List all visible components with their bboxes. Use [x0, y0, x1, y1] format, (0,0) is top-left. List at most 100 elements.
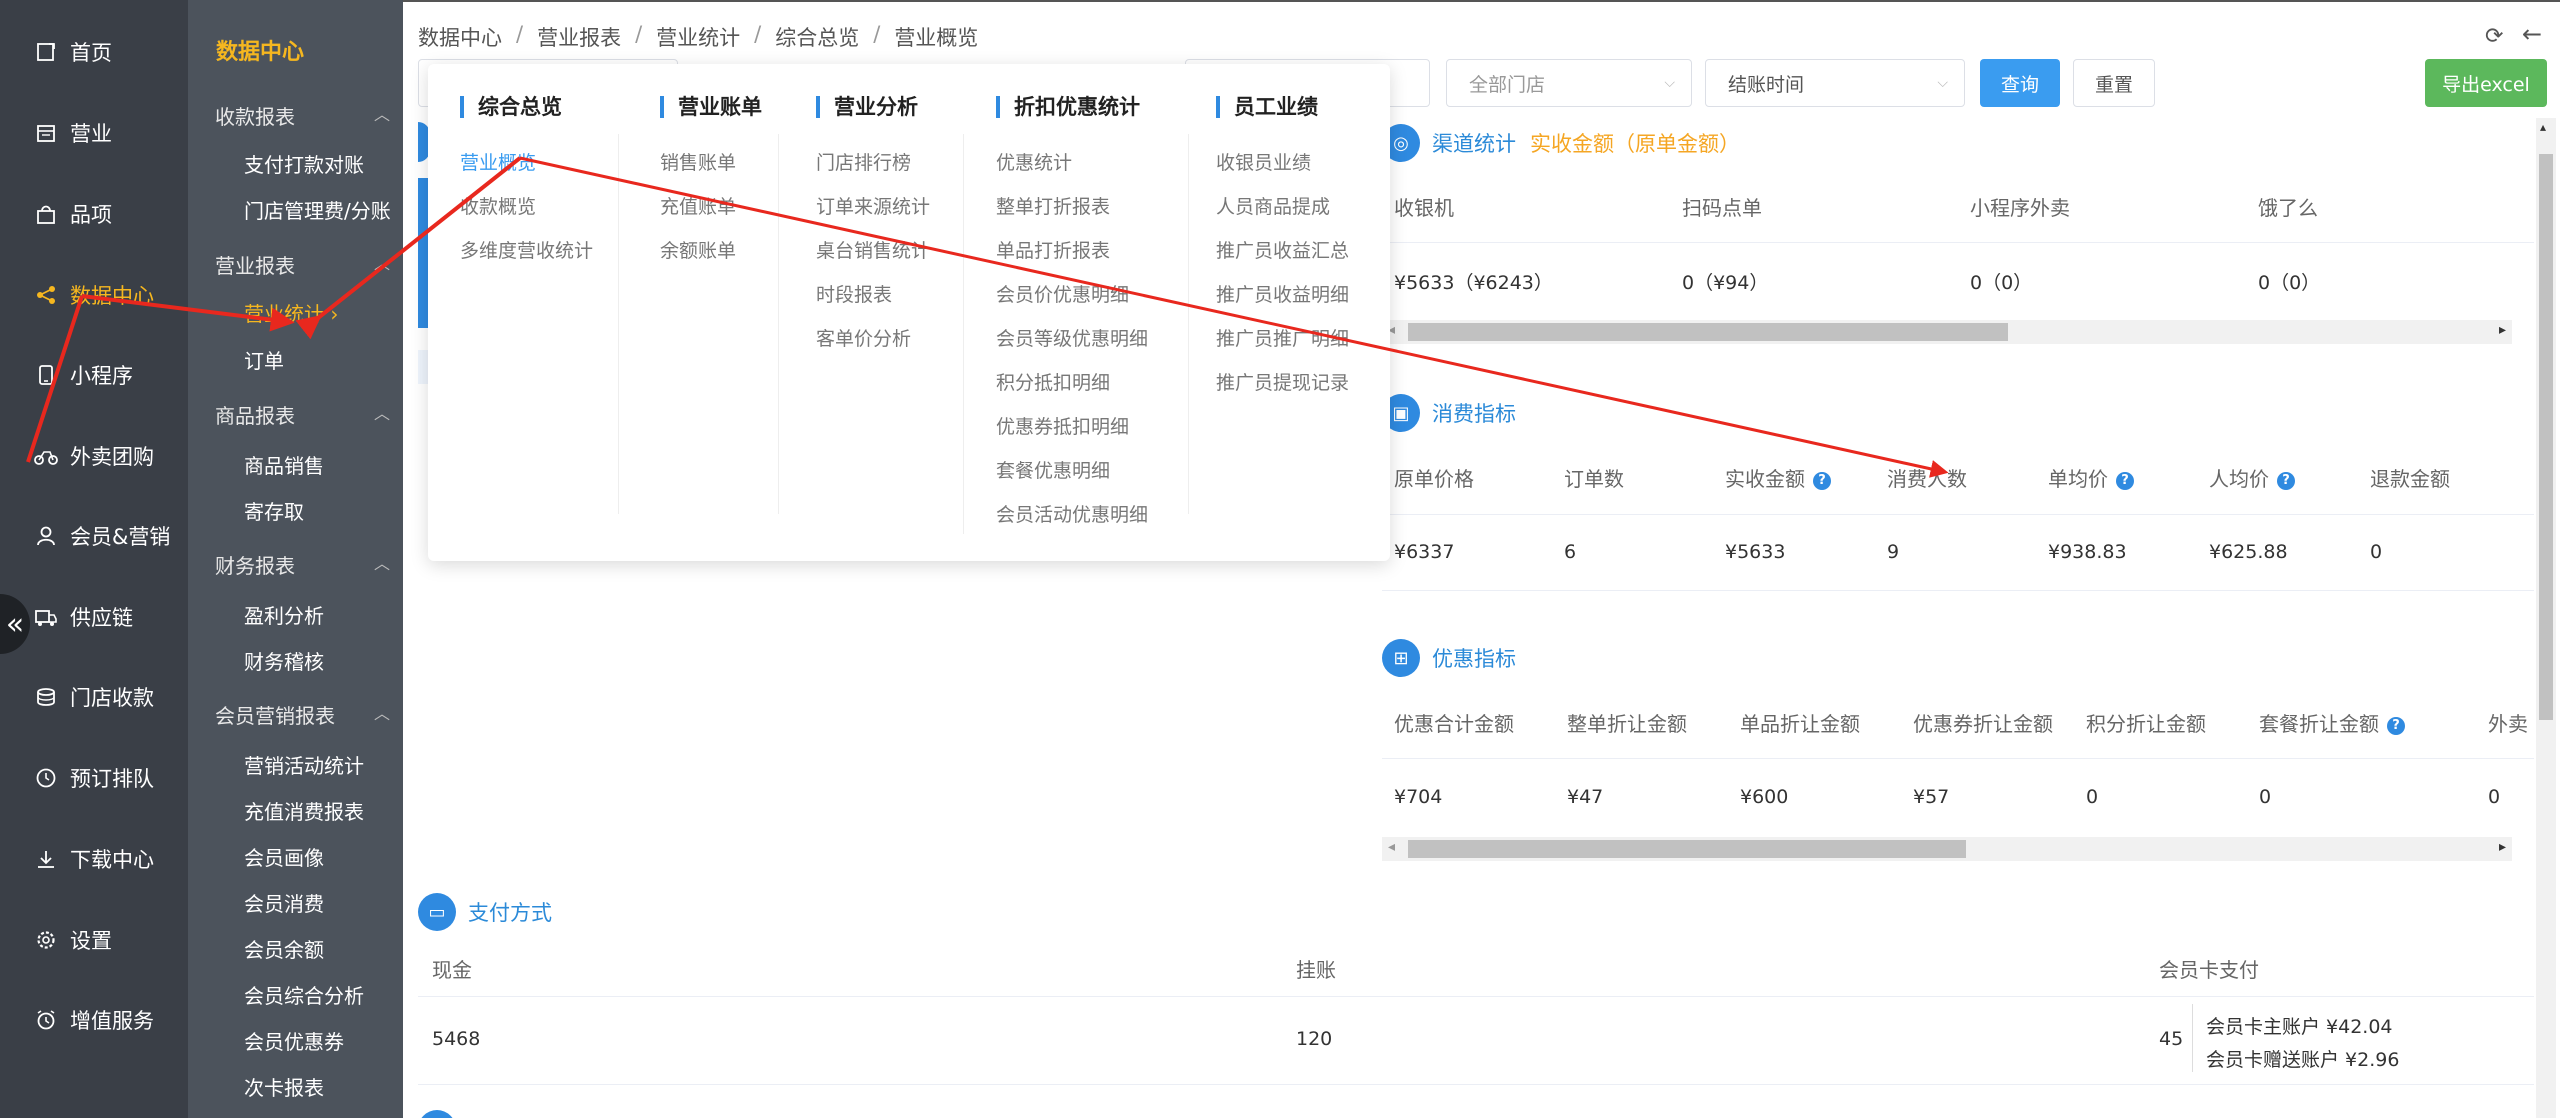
menu-item-active[interactable]: 营业概览: [460, 148, 536, 175]
menu-item[interactable]: 整单打折报表: [996, 192, 1110, 219]
help-icon[interactable]: ?: [2387, 717, 2405, 735]
scroll-left-icon[interactable]: ◂: [1388, 839, 1395, 855]
menu-item[interactable]: 订单来源统计: [816, 192, 930, 219]
nav-item-label: 数据中心: [70, 284, 154, 308]
breadcrumb-item[interactable]: 综合总览: [775, 22, 859, 52]
menu-item[interactable]: 推广员收益汇总: [1216, 236, 1349, 263]
menu-item[interactable]: 收银员业绩: [1216, 148, 1311, 175]
menu-item[interactable]: 时段报表: [816, 280, 892, 307]
nav-item-download[interactable]: 下载中心: [0, 829, 188, 889]
nav-item-business[interactable]: 营业: [0, 103, 188, 163]
nav2-group-label: 会员营销报表: [215, 704, 335, 728]
nav2-group-business[interactable]: 营业报表 ︿: [215, 250, 400, 279]
nav2-item[interactable]: 充值消费报表: [244, 796, 364, 825]
horizontal-scrollbar[interactable]: ◂ ▸: [1382, 320, 2512, 344]
top-divider: [403, 0, 2560, 10]
menu-column-title: 折扣优惠统计: [996, 96, 1140, 118]
nav2-item[interactable]: 营销活动统计: [244, 750, 364, 779]
section-title-text: 消费指标: [1432, 402, 1516, 426]
nav-item-member[interactable]: 会员&营销: [0, 506, 188, 566]
scroll-right-icon[interactable]: ▸: [2499, 322, 2506, 338]
scroll-right-icon[interactable]: ▸: [2499, 839, 2506, 855]
horizontal-scrollbar[interactable]: ◂ ▸: [1382, 837, 2512, 861]
help-icon[interactable]: ?: [2116, 472, 2134, 490]
time-type-select[interactable]: 结账时间 ⌵: [1705, 59, 1965, 107]
nav-item-home[interactable]: 首页: [0, 22, 188, 82]
nav-item-reservation[interactable]: 预订排队: [0, 748, 188, 808]
menu-item[interactable]: 套餐优惠明细: [996, 456, 1110, 483]
menu-item[interactable]: 单品打折报表: [996, 236, 1110, 263]
menu-item[interactable]: 桌台销售统计: [816, 236, 930, 263]
menu-item[interactable]: 余额账单: [660, 236, 736, 263]
nav2-group-products[interactable]: 商品报表 ︿: [215, 400, 400, 429]
menu-item[interactable]: 收款概览: [460, 192, 536, 219]
menu-item[interactable]: 会员价优惠明细: [996, 280, 1129, 307]
cell-divider: [2192, 1004, 2193, 1072]
breadcrumb: 数据中心 / 营业报表 / 营业统计 / 综合总览 / 营业概览: [418, 22, 978, 52]
nav2-item[interactable]: 盈利分析: [244, 600, 324, 629]
nav2-group-member-marketing[interactable]: 会员营销报表 ︿: [215, 700, 400, 729]
menu-item[interactable]: 推广员收益明细: [1216, 280, 1349, 307]
menu-item[interactable]: 会员活动优惠明细: [996, 500, 1148, 527]
nav-item-store-payment[interactable]: 门店收款: [0, 667, 188, 727]
export-excel-button[interactable]: 导出excel: [2425, 59, 2547, 107]
scrollbar-thumb[interactable]: [1408, 323, 2008, 341]
nav2-item[interactable]: 会员画像: [244, 842, 324, 871]
nav-item-settings[interactable]: 设置: [0, 910, 188, 970]
back-arrow-icon[interactable]: ←: [2522, 20, 2542, 48]
menu-item[interactable]: 优惠统计: [996, 148, 1072, 175]
menu-item[interactable]: 门店排行榜: [816, 148, 911, 175]
nav2-item[interactable]: 财务稽核: [244, 646, 324, 675]
nav2-item[interactable]: 订单: [244, 345, 284, 374]
section-subtitle: 实收金额（原单金额）: [1530, 132, 1740, 156]
nav2-item[interactable]: 支付打款对账: [244, 149, 364, 178]
menu-item[interactable]: 充值账单: [660, 192, 736, 219]
menu-item[interactable]: 销售账单: [660, 148, 736, 175]
breadcrumb-item: 营业概览: [894, 26, 979, 50]
menu-item[interactable]: 推广员提现记录: [1216, 368, 1349, 395]
nav-item-miniprogram[interactable]: 小程序: [0, 345, 188, 405]
refresh-icon[interactable]: ⟳: [2485, 24, 2503, 49]
menu-item[interactable]: 推广员推广明细: [1216, 324, 1349, 351]
nav2-item[interactable]: 商品销售: [244, 450, 324, 479]
breadcrumb-item[interactable]: 营业报表: [537, 22, 621, 52]
menu-item[interactable]: 优惠券抵扣明细: [996, 412, 1129, 439]
nav2-item[interactable]: 会员余额: [244, 934, 324, 963]
nav-item-data-center[interactable]: 数据中心: [0, 265, 188, 325]
breadcrumb-item[interactable]: 营业统计: [656, 22, 740, 52]
nav2-item-label: 营业统计: [244, 302, 324, 326]
menu-item[interactable]: 多维度营收统计: [460, 236, 593, 263]
store-select[interactable]: 全部门店 ⌵: [1446, 59, 1692, 107]
nav2-item[interactable]: 会员消费: [244, 888, 324, 917]
nav2-item[interactable]: 门店管理费/分账: [244, 195, 391, 224]
row-divider: [1382, 590, 2534, 591]
scrollbar-thumb[interactable]: [1408, 840, 1966, 858]
nav2-item[interactable]: 寄存取: [244, 496, 304, 525]
nav2-group-label: 财务报表: [215, 554, 295, 578]
nav-item-delivery[interactable]: 外卖团购: [0, 426, 188, 486]
scrollbar-thumb[interactable]: [2539, 154, 2553, 720]
menu-item[interactable]: 积分抵扣明细: [996, 368, 1110, 395]
scroll-up-icon[interactable]: ▴: [2540, 120, 2546, 134]
table-header: 现金: [432, 958, 472, 982]
nav2-item[interactable]: 会员综合分析: [244, 980, 364, 1009]
menu-item[interactable]: 人员商品提成: [1216, 192, 1330, 219]
nav2-item-active[interactable]: 营业统计 ›: [244, 298, 338, 327]
menu-item[interactable]: 会员等级优惠明细: [996, 324, 1148, 351]
nav2-item[interactable]: 次卡报表: [244, 1072, 324, 1101]
menu-item[interactable]: 客单价分析: [816, 324, 911, 351]
nav-item-label: 下载中心: [70, 848, 154, 872]
nav-item-products[interactable]: 品项: [0, 184, 188, 244]
breadcrumb-item[interactable]: 数据中心: [418, 22, 502, 52]
help-icon[interactable]: ?: [2277, 472, 2295, 490]
query-button[interactable]: 查询: [1980, 59, 2060, 107]
nav-item-value-added[interactable]: 增值服务: [0, 990, 188, 1050]
reset-button[interactable]: 重置: [2073, 59, 2155, 107]
nav2-group-finance[interactable]: 财务报表 ︿: [215, 550, 400, 579]
vertical-scrollbar[interactable]: ▴: [2536, 118, 2556, 1118]
help-icon[interactable]: ?: [1813, 472, 1831, 490]
breadcrumb-separator: /: [873, 22, 881, 46]
nav2-item[interactable]: 会员优惠券: [244, 1026, 344, 1055]
header-text: 人均价: [2209, 467, 2269, 491]
nav2-group-collection[interactable]: 收款报表 ︿: [215, 101, 400, 130]
